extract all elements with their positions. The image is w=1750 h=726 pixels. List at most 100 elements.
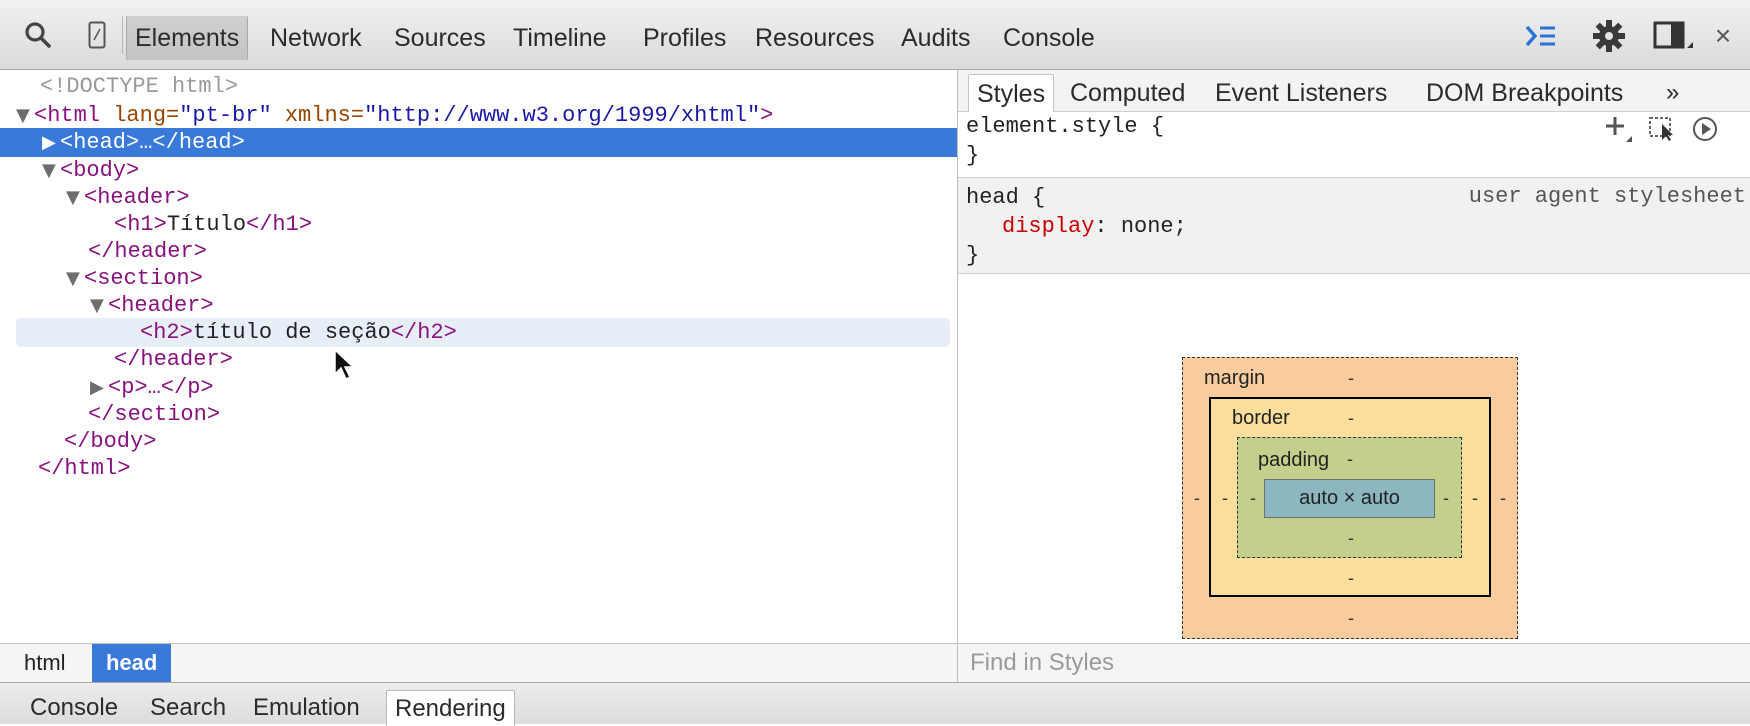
styles-sidebar-tabs: Styles Computed Event Listeners DOM Brea… (958, 70, 1750, 113)
box-model-border-right[interactable]: - (1472, 488, 1478, 508)
more-tabs-icon[interactable]: » (1658, 74, 1687, 112)
h2-close-tag: </h2> (390, 320, 457, 345)
header-close-tag: </header> (114, 347, 233, 372)
expand-triangle-icon[interactable]: ▼ (42, 156, 60, 185)
drawer-tab-rendering[interactable]: Rendering (386, 690, 515, 726)
dom-node-body[interactable]: ▼ <body> (0, 156, 957, 185)
dom-node-header-close[interactable]: </header> (0, 237, 957, 266)
head-declaration: display: none; (1002, 212, 1187, 241)
mouse-pointer-icon (333, 348, 355, 387)
toolbar-separator (122, 16, 123, 54)
header-open-tag: <header> (84, 185, 190, 210)
dom-node-head[interactable]: ▶ <head>…</head> (0, 128, 957, 157)
h2-open-tag: <h2> (140, 320, 193, 345)
breadcrumb-head[interactable]: head (92, 644, 172, 682)
html-open-tag: <html (34, 103, 101, 128)
body-open-tag: <body> (60, 158, 140, 183)
dom-node-html[interactable]: ▼ <html lang="pt-br" xmlns="http://www.w3… (0, 101, 957, 130)
box-model-border-left[interactable]: - (1222, 488, 1228, 508)
header-close-tag: </header> (88, 239, 207, 264)
box-model-margin-right[interactable]: - (1500, 488, 1506, 508)
element-style-close-brace: } (966, 143, 980, 168)
toggle-element-state-icon[interactable] (1648, 116, 1678, 149)
html-close-tag: </html> (38, 456, 131, 481)
tab-event-listeners[interactable]: Event Listeners (1207, 74, 1395, 112)
attr-lang-name: lang= (100, 103, 180, 128)
tab-resources[interactable]: Resources (747, 16, 883, 60)
h1-close-tag: </h1> (246, 212, 313, 237)
drawer-tabs: Console Search Emulation Rendering (0, 682, 1750, 726)
tab-styles[interactable]: Styles (968, 74, 1055, 113)
dom-node-section[interactable]: ▼ <section> (0, 264, 957, 293)
box-model-padding-right[interactable]: - (1443, 488, 1449, 508)
attr-lang-value: "pt-br" (179, 103, 272, 128)
expand-triangle-icon[interactable]: ▼ (90, 291, 108, 320)
box-model-margin-top[interactable]: - (1348, 368, 1354, 388)
tab-audits[interactable]: Audits (893, 16, 978, 60)
dom-node-section-header[interactable]: ▼ <header> (0, 291, 957, 320)
head-tag: <head>…</head> (60, 130, 245, 155)
section-close-tag: </section> (88, 402, 221, 427)
section-open-tag: <section> (84, 266, 203, 291)
p-tag: <p>…</p> (108, 375, 214, 400)
drawer-tab-emulation[interactable]: Emulation (245, 690, 368, 725)
console-drawer-icon[interactable] (1522, 18, 1560, 54)
dom-node-section-header-close[interactable]: </header> (0, 345, 957, 374)
h1-text: Título (166, 212, 247, 237)
tab-elements[interactable]: Elements (126, 16, 249, 60)
dom-node-p[interactable]: ▶ <p>…</p> (0, 373, 957, 402)
box-model-border-top[interactable]: - (1348, 408, 1354, 428)
box-model-padding-top[interactable]: - (1347, 449, 1353, 469)
h2-text: título de seção (192, 320, 391, 345)
box-model-margin-left[interactable]: - (1194, 488, 1200, 508)
h1-open-tag: <h1> (114, 212, 167, 237)
element-style-rule[interactable]: element.style { } (958, 112, 1750, 178)
expand-triangle-icon[interactable]: ▼ (66, 264, 84, 293)
dom-node-section-close[interactable]: </section> (0, 400, 957, 429)
head-selector: head { (966, 185, 1046, 210)
expand-triangle-icon[interactable]: ▼ (66, 183, 84, 212)
collapse-triangle-icon[interactable]: ▶ (42, 128, 60, 157)
box-model-padding-bottom[interactable]: - (1348, 528, 1354, 548)
dom-node-html-close[interactable]: </html> (0, 454, 957, 483)
attr-xmlns-name: xmlns= (271, 103, 365, 128)
box-model-margin-label: margin (1204, 367, 1266, 389)
collapse-triangle-icon[interactable]: ▶ (90, 373, 108, 402)
box-model-padding-left[interactable]: - (1250, 488, 1256, 508)
css-property-display: display (1002, 214, 1095, 239)
dom-node-doctype[interactable]: <!DOCTYPE html> (0, 72, 957, 101)
drawer-tab-search[interactable]: Search (142, 690, 234, 725)
tab-network[interactable]: Network (262, 16, 370, 60)
box-model-margin-bottom[interactable]: - (1348, 608, 1354, 628)
dom-node-h2[interactable]: <h2>título de seção</h2> (16, 318, 950, 347)
close-icon[interactable]: × (1710, 18, 1736, 54)
html-open-tag-end: > (760, 103, 774, 128)
css-value-none: none; (1107, 214, 1187, 239)
search-icon[interactable] (22, 16, 54, 54)
gear-icon[interactable] (1590, 18, 1628, 54)
new-style-rule-icon[interactable] (1604, 114, 1634, 151)
user-agent-stylesheet-label: user agent stylesheet (1468, 184, 1746, 209)
dom-node-body-close[interactable]: </body> (0, 427, 957, 456)
box-model-border-bottom[interactable]: - (1348, 568, 1354, 588)
drawer-tab-console[interactable]: Console (22, 690, 126, 725)
devtools-toolbar: Elements Network Sources Timeline Profil… (0, 0, 1750, 70)
tab-computed[interactable]: Computed (1062, 74, 1193, 112)
expand-triangle-icon[interactable]: ▼ (16, 101, 34, 130)
head-user-agent-rule[interactable]: head { user agent stylesheet display: no… (958, 178, 1750, 274)
dock-icon[interactable] (1652, 18, 1696, 54)
dom-node-h1[interactable]: <h1>Título</h1> (0, 210, 957, 239)
dom-node-header[interactable]: ▼ <header> (0, 183, 957, 212)
tab-timeline[interactable]: Timeline (505, 16, 615, 60)
device-mode-icon[interactable] (84, 16, 110, 54)
tab-sources[interactable]: Sources (386, 16, 494, 60)
tab-profiles[interactable]: Profiles (635, 16, 734, 60)
find-in-styles-input[interactable]: Find in Styles (958, 643, 1750, 682)
breadcrumb: html head (0, 643, 958, 682)
breadcrumb-html[interactable]: html (10, 644, 80, 682)
animation-play-icon[interactable] (1692, 116, 1718, 149)
box-model-content[interactable]: auto × auto (1264, 479, 1435, 518)
tab-dom-breakpoints[interactable]: DOM Breakpoints (1418, 74, 1631, 112)
tab-console[interactable]: Console (995, 16, 1103, 60)
box-model-border-label: border (1232, 407, 1290, 429)
